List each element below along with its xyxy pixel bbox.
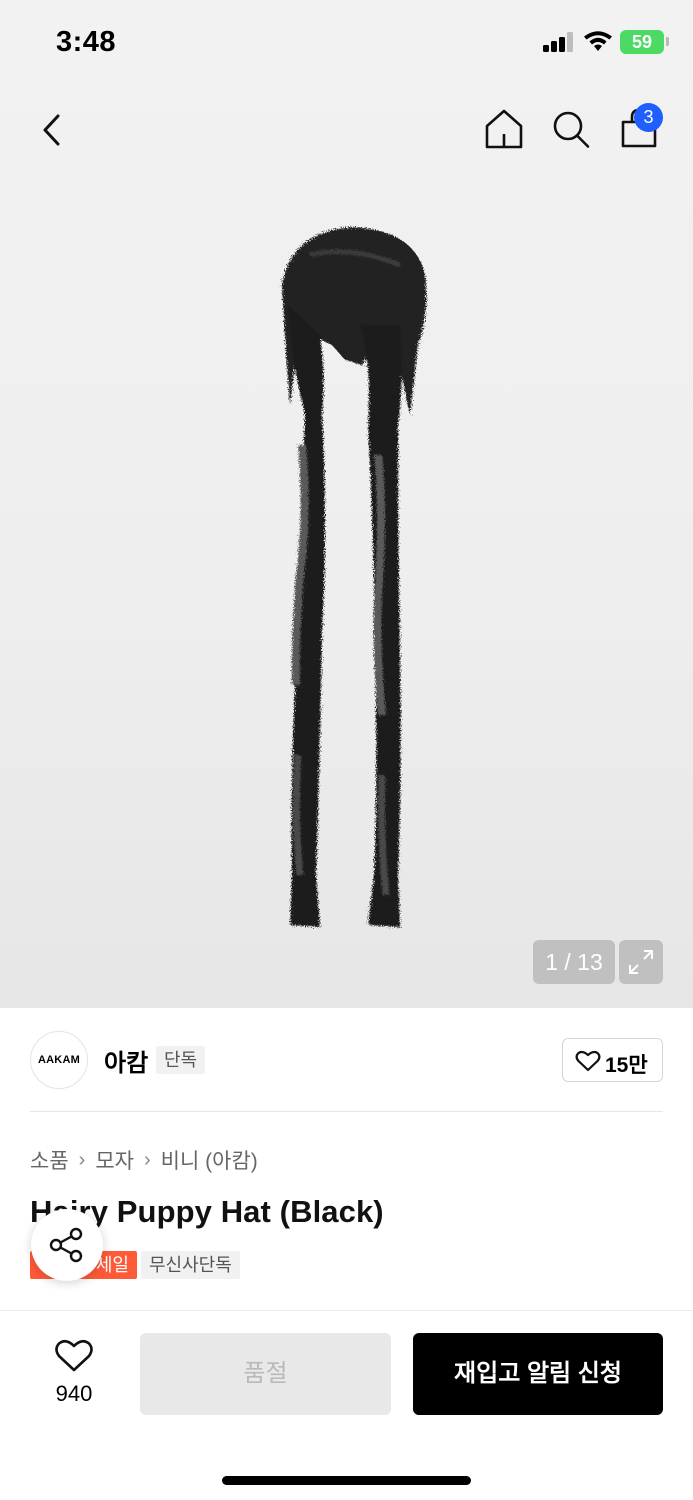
heart-icon: [575, 1050, 601, 1072]
breadcrumb: 소품 › 모자 › 비니 (아캄): [30, 1145, 258, 1175]
home-indicator: [222, 1476, 471, 1485]
expand-button[interactable]: [619, 940, 663, 984]
back-icon[interactable]: [36, 110, 70, 150]
product-image-area[interactable]: [0, 0, 693, 1008]
cart-count-badge: 3: [634, 103, 663, 132]
brand-name[interactable]: 아캄: [104, 1043, 148, 1078]
brand-like-count: 15만: [605, 1054, 648, 1077]
brand-exclusive-tag: 단독: [156, 1046, 206, 1074]
chevron-right-icon: ›: [78, 1148, 86, 1171]
divider: [30, 1111, 663, 1112]
soldout-button: 품절: [140, 1333, 391, 1415]
image-counter: 1 / 13: [533, 940, 615, 984]
share-button[interactable]: [31, 1209, 103, 1281]
share-icon: [49, 1227, 83, 1263]
battery-cap: [666, 37, 669, 46]
breadcrumb-item[interactable]: 비니 (아캄): [161, 1145, 258, 1175]
brand-like-button[interactable]: 15만: [562, 1038, 663, 1082]
battery-indicator: 59: [620, 30, 664, 54]
product-image: [282, 227, 427, 927]
wish-count: 940: [55, 1381, 93, 1406]
signal-icon: [543, 32, 575, 52]
home-icon[interactable]: [484, 108, 524, 150]
wifi-icon: [584, 31, 612, 51]
brand-logo[interactable]: AAKAM: [30, 1031, 88, 1089]
breadcrumb-item[interactable]: 소품: [30, 1145, 69, 1175]
breadcrumb-item[interactable]: 모자: [95, 1145, 134, 1175]
expand-icon: [629, 950, 653, 974]
chevron-right-icon: ›: [143, 1148, 151, 1171]
heart-icon[interactable]: [54, 1338, 94, 1374]
restock-alert-button[interactable]: 재입고 알림 신청: [413, 1333, 663, 1415]
search-icon[interactable]: [551, 108, 591, 150]
status-bar: 3:48 59: [0, 0, 693, 86]
status-time: 3:48: [56, 26, 117, 58]
exclusive-tag: 무신사단독: [141, 1251, 240, 1279]
